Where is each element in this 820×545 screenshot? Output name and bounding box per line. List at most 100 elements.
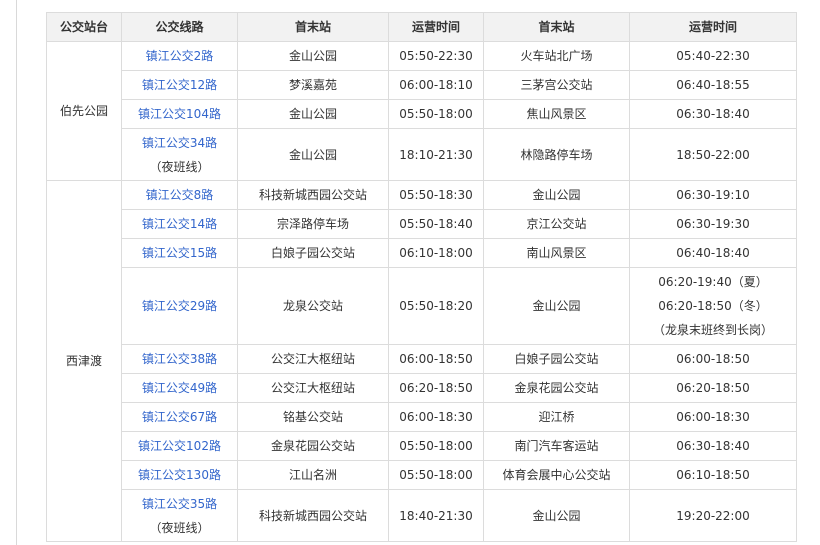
table-row: 镇江公交34路 （夜班线） 金山公园 18:10-21:30 林隐路停车场 18:50-2… bbox=[47, 128, 797, 181]
start-terminal-cell: 金泉花园公交站 bbox=[237, 431, 389, 461]
header-end-hours: 运营时间 bbox=[629, 12, 797, 42]
hours-line: 06:30-19:10 bbox=[676, 188, 750, 202]
hours-line: 19:20-22:00 bbox=[676, 508, 750, 523]
end-hours-cell: 19:20-22:00 bbox=[629, 489, 797, 542]
hours-line: 06:30-18:40 bbox=[676, 107, 750, 121]
hours-line: 06:20-18:50 bbox=[399, 381, 473, 395]
start-hours-cell: 05:50-18:30 bbox=[388, 180, 484, 210]
route-cell: 镇江公交35路 （夜班线） bbox=[121, 489, 238, 542]
end-hours-cell: 06:00-18:50 bbox=[629, 344, 797, 374]
start-hours-cell: 06:00-18:10 bbox=[388, 70, 484, 100]
hours-line: 05:50-18:30 bbox=[399, 188, 473, 202]
route-cell: 镇江公交34路 （夜班线） bbox=[121, 128, 238, 181]
hours-line: 06:10-18:50 bbox=[676, 468, 750, 482]
end-hours-cell: 06:20-19:40（夏） 06:20-18:50（冬） （龙泉末班终到长岗） bbox=[629, 267, 797, 345]
route-link[interactable]: 镇江公交49路 bbox=[124, 376, 235, 400]
hours-line: 18:40-21:30 bbox=[399, 508, 473, 523]
table-row: 镇江公交67路 铭基公交站 06:00-18:30 迎江桥 06:00-18:30 bbox=[47, 402, 797, 432]
start-hours-cell: 05:50-18:00 bbox=[388, 460, 484, 490]
end-terminal-cell: 金山公园 bbox=[483, 180, 630, 210]
route-link[interactable]: 镇江公交102路 bbox=[124, 434, 235, 458]
route-cell: 镇江公交29路 bbox=[121, 267, 238, 345]
route-link[interactable]: 镇江公交67路 bbox=[124, 405, 235, 429]
start-hours-cell: 05:50-18:40 bbox=[388, 209, 484, 239]
end-hours-cell: 06:10-18:50 bbox=[629, 460, 797, 490]
hours-line: 06:00-18:50 bbox=[399, 352, 473, 366]
route-cell: 镇江公交8路 bbox=[121, 180, 238, 210]
start-hours-cell: 18:10-21:30 bbox=[388, 128, 484, 181]
hours-line: 06:20-18:50（冬） bbox=[658, 299, 768, 313]
start-terminal-cell: 梦溪嘉苑 bbox=[237, 70, 389, 100]
end-hours-cell: 06:20-18:50 bbox=[629, 373, 797, 403]
hours-line: 06:10-18:00 bbox=[399, 246, 473, 260]
hours-line: 05:50-22:30 bbox=[399, 49, 473, 63]
start-terminal-cell: 铭基公交站 bbox=[237, 402, 389, 432]
route-link[interactable]: 镇江公交8路 bbox=[124, 183, 235, 207]
end-hours-cell: 05:40-22:30 bbox=[629, 41, 797, 71]
header-station: 公交站台 bbox=[46, 12, 122, 42]
start-hours-cell: 18:40-21:30 bbox=[388, 489, 484, 542]
start-hours-cell: 05:50-18:20 bbox=[388, 267, 484, 345]
station-cell: 西津渡 bbox=[46, 180, 122, 542]
end-terminal-cell: 金山公园 bbox=[483, 489, 630, 542]
table-row: 镇江公交130路 江山名洲 05:50-18:00 体育会展中心公交站 06:10-18… bbox=[47, 460, 797, 490]
end-hours-cell: 06:40-18:55 bbox=[629, 70, 797, 100]
hours-line: 06:00-18:10 bbox=[399, 78, 473, 92]
end-hours-cell: 06:30-18:40 bbox=[629, 431, 797, 461]
hours-line: 06:00-18:30 bbox=[399, 410, 473, 424]
start-hours-cell: 05:50-18:00 bbox=[388, 431, 484, 461]
start-terminal-cell: 科技新城西园公交站 bbox=[237, 489, 389, 542]
route-link[interactable]: 镇江公交12路 bbox=[124, 73, 235, 97]
route-link[interactable]: 镇江公交14路 bbox=[124, 212, 235, 236]
hours-line: 05:50-18:00 bbox=[399, 439, 473, 453]
end-terminal-cell: 林隐路停车场 bbox=[483, 128, 630, 181]
start-hours-cell: 05:50-22:30 bbox=[388, 41, 484, 71]
route-link[interactable]: 镇江公交29路 bbox=[124, 294, 235, 318]
hours-line: 06:00-18:30 bbox=[676, 410, 750, 424]
hours-line: 18:50-22:00 bbox=[676, 147, 750, 162]
table-row: 镇江公交35路 （夜班线） 科技新城西园公交站 18:40-21:30 金山公园 19:2… bbox=[47, 489, 797, 542]
start-hours-cell: 06:20-18:50 bbox=[388, 373, 484, 403]
table-row: 镇江公交102路 金泉花园公交站 05:50-18:00 南门汽车客运站 06:30-1… bbox=[47, 431, 797, 461]
header-start-terminal: 首末站 bbox=[237, 12, 389, 42]
table-row: 镇江公交12路 梦溪嘉苑 06:00-18:10 三茅宫公交站 06:40-18:55 bbox=[47, 70, 797, 100]
route-link[interactable]: 镇江公交104路 bbox=[124, 102, 235, 126]
end-terminal-cell: 白娘子园公交站 bbox=[483, 344, 630, 374]
start-terminal-cell: 公交江大枢纽站 bbox=[237, 373, 389, 403]
end-terminal-cell: 迎江桥 bbox=[483, 402, 630, 432]
start-terminal-cell: 公交江大枢纽站 bbox=[237, 344, 389, 374]
route-cell: 镇江公交12路 bbox=[121, 70, 238, 100]
route-link[interactable]: 镇江公交15路 bbox=[124, 241, 235, 265]
end-terminal-cell: 京江公交站 bbox=[483, 209, 630, 239]
hours-line: 06:30-19:30 bbox=[676, 217, 750, 231]
hours-line: （龙泉末班终到长岗） bbox=[652, 323, 773, 337]
page: 公交站台 公交线路 首末站 运营时间 首末站 运营时间 伯先公园 镇江公交2路 金山… bbox=[0, 0, 820, 545]
end-terminal-cell: 金山公园 bbox=[483, 267, 630, 345]
end-hours-cell: 06:40-18:40 bbox=[629, 238, 797, 268]
route-link[interactable]: 镇江公交35路 bbox=[124, 492, 235, 516]
route-cell: 镇江公交38路 bbox=[121, 344, 238, 374]
bus-route-table: 公交站台 公交线路 首末站 运营时间 首末站 运营时间 伯先公园 镇江公交2路 金山… bbox=[46, 12, 797, 542]
route-cell: 镇江公交15路 bbox=[121, 238, 238, 268]
start-hours-cell: 05:50-18:00 bbox=[388, 99, 484, 129]
route-link[interactable]: 镇江公交38路 bbox=[124, 347, 235, 371]
table-row: 镇江公交29路 龙泉公交站 05:50-18:20 金山公园 06:20-19:40（夏… bbox=[47, 267, 797, 345]
table-row: 西津渡 镇江公交8路科技新城西园公交站 05:50-18:30 金山公园 06:30-1… bbox=[46, 180, 797, 542]
end-terminal-cell: 金泉花园公交站 bbox=[483, 373, 630, 403]
hours-line: 06:40-18:40 bbox=[676, 246, 750, 260]
start-terminal-cell: 宗泽路停车场 bbox=[237, 209, 389, 239]
route-link[interactable]: 镇江公交130路 bbox=[124, 463, 235, 487]
table-body: 伯先公园 镇江公交2路 金山公园 05:50-22:30 火车站北广场 05:40-22:… bbox=[46, 41, 797, 542]
route-link[interactable]: 镇江公交2路 bbox=[124, 44, 235, 68]
route-note: （夜班线） bbox=[149, 159, 210, 174]
table-row: 镇江公交38路 公交江大枢纽站 06:00-18:50 白娘子园公交站 06:00-18… bbox=[47, 344, 797, 374]
hours-line: 05:50-18:40 bbox=[399, 217, 473, 231]
route-link[interactable]: 镇江公交34路 bbox=[124, 131, 235, 155]
table-row: 镇江公交104路 金山公园 05:50-18:00 焦山风景区 06:30-18:40 bbox=[47, 99, 797, 129]
route-cell: 镇江公交14路 bbox=[121, 209, 238, 239]
end-hours-cell: 06:30-19:10 bbox=[629, 180, 797, 210]
hours-line: 18:10-21:30 bbox=[399, 147, 473, 162]
start-hours-cell: 06:00-18:30 bbox=[388, 402, 484, 432]
hours-line: 06:20-18:50 bbox=[676, 381, 750, 395]
table-row: 镇江公交14路 宗泽路停车场 05:50-18:40 京江公交站 06:30-19:30 bbox=[47, 209, 797, 239]
